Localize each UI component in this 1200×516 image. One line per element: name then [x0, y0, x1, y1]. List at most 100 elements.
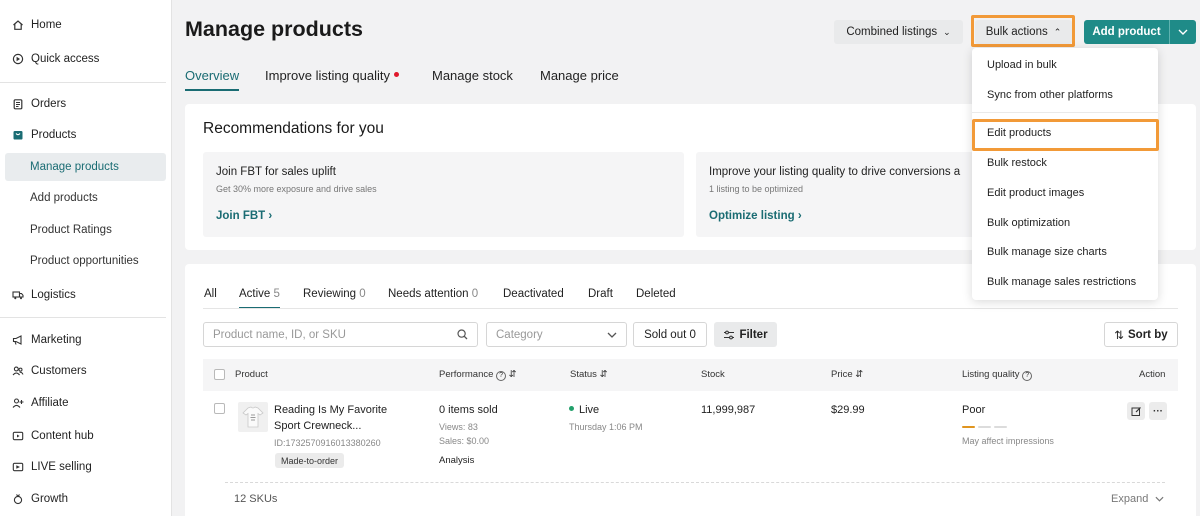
bulk-actions-menu: Upload in bulk Sync from other platforms… — [972, 48, 1158, 300]
sidebar-item-growth[interactable]: Growth — [5, 485, 166, 513]
status-live: Live — [569, 404, 599, 416]
optimize-listing-link[interactable]: Optimize listing › — [709, 210, 802, 222]
filter-label: Filter — [739, 328, 768, 341]
sort-icon: ⇵ — [855, 369, 864, 380]
tab-improve-listing-quality[interactable]: Improve listing quality — [265, 68, 399, 83]
sidebar-item-add-products[interactable]: Add products — [5, 184, 166, 212]
add-product-dropdown-toggle[interactable] — [1170, 29, 1196, 35]
product-name-line2[interactable]: Sport Crewneck... — [274, 420, 361, 432]
recommendation-heading: Improve your listing quality to drive co… — [709, 166, 961, 178]
select-all-checkbox[interactable] — [214, 369, 225, 380]
category-select[interactable]: Category — [486, 322, 627, 347]
recommendation-subtext: 1 listing to be optimized — [709, 184, 804, 194]
menu-item-edit-products[interactable]: Edit products — [987, 127, 1051, 139]
truck-icon — [12, 289, 24, 301]
chevron-down-icon — [1178, 29, 1188, 35]
table-header: Product Performance ? ⇵ Status ⇵ Stock P… — [203, 359, 1178, 391]
tabs-divider — [203, 308, 1178, 309]
search-input[interactable]: Product name, ID, or SKU — [203, 322, 478, 347]
chevron-right-icon: › — [797, 210, 802, 222]
sidebar-item-label: Affiliate — [31, 397, 69, 409]
combined-listings-label: Combined listings — [846, 26, 938, 38]
quality-note: May affect impressions — [962, 436, 1054, 446]
recommendation-fbt: Join FBT for sales uplift Get 30% more e… — [203, 152, 684, 237]
category-placeholder: Category — [496, 328, 543, 341]
price-value: $29.99 — [831, 404, 865, 416]
tab-manage-price[interactable]: Manage price — [540, 68, 619, 83]
status-tab-reviewing[interactable]: Reviewing 0 — [303, 288, 366, 300]
sold-out-filter-button[interactable]: Sold out 0 — [633, 322, 707, 347]
home-icon — [12, 19, 24, 31]
menu-item-bulk-manage-size-charts[interactable]: Bulk manage size charts — [987, 246, 1107, 258]
menu-divider — [972, 112, 1158, 113]
link-label: Optimize listing — [709, 210, 795, 222]
sidebar-item-product-ratings[interactable]: Product Ratings — [5, 216, 166, 244]
column-header-price[interactable]: Price ⇵ — [831, 369, 863, 380]
status-tab-all[interactable]: All — [204, 288, 217, 300]
sidebar-item-manage-products[interactable]: Manage products — [5, 153, 166, 181]
filter-button[interactable]: Filter — [714, 322, 777, 347]
status-tab-deleted[interactable]: Deleted — [636, 288, 676, 300]
chevron-down-icon — [1155, 496, 1164, 502]
status-tab-deactivated[interactable]: Deactivated — [503, 288, 564, 300]
menu-item-bulk-optimization[interactable]: Bulk optimization — [987, 217, 1070, 229]
expand-button[interactable]: Expand — [1111, 493, 1164, 505]
column-header-status[interactable]: Status ⇵ — [570, 369, 608, 380]
growth-icon — [12, 493, 24, 505]
status-tab-active[interactable]: Active 5 — [239, 288, 280, 309]
edit-icon — [1131, 406, 1141, 416]
product-id: ID:1732570916013380260 — [274, 438, 381, 448]
menu-item-bulk-manage-sales-restrictions[interactable]: Bulk manage sales restrictions — [987, 276, 1136, 288]
alert-dot-icon — [394, 72, 399, 77]
tab-overview[interactable]: Overview — [185, 68, 240, 91]
made-to-order-badge: Made-to-order — [275, 453, 345, 468]
add-product-button[interactable]: Add product — [1084, 20, 1196, 44]
sidebar-item-label: LIVE selling — [31, 461, 92, 473]
bulk-actions-button[interactable]: Bulk actions ⌃ — [975, 20, 1072, 44]
sidebar-item-live-selling[interactable]: LIVE selling — [5, 453, 166, 481]
tab-label: Draft — [588, 288, 613, 300]
status-tab-draft[interactable]: Draft — [588, 288, 613, 300]
sidebar-item-products[interactable]: Products — [5, 121, 166, 149]
sidebar-item-content-hub[interactable]: Content hub — [5, 422, 166, 450]
product-thumbnail[interactable] — [238, 402, 268, 432]
tab-manage-stock[interactable]: Manage stock — [432, 68, 513, 83]
sidebar-item-marketing[interactable]: Marketing — [5, 326, 166, 354]
column-header-action: Action — [1139, 369, 1166, 380]
tab-label: Needs attention — [388, 288, 469, 300]
sidebar-item-customers[interactable]: Customers — [5, 357, 166, 385]
menu-item-sync-from-other-platforms[interactable]: Sync from other platforms — [987, 89, 1113, 101]
status-time: Thursday 1:06 PM — [569, 422, 643, 432]
sidebar-item-home[interactable]: Home — [5, 11, 166, 39]
sidebar-item-affiliate[interactable]: Affiliate — [5, 389, 166, 417]
sort-by-button[interactable]: ⇅ Sort by — [1104, 322, 1178, 347]
status-tab-needs-attention[interactable]: Needs attention 0 — [388, 288, 478, 300]
recommendation-listing-quality: Improve your listing quality to drive co… — [696, 152, 996, 237]
menu-item-bulk-restock[interactable]: Bulk restock — [987, 157, 1047, 169]
edit-product-button[interactable] — [1127, 402, 1145, 420]
tab-label: Reviewing — [303, 288, 357, 300]
megaphone-icon — [12, 334, 24, 346]
sidebar-item-product-opportunities[interactable]: Product opportunities — [5, 247, 166, 275]
sidebar-item-label: Growth — [31, 493, 69, 505]
menu-item-edit-product-images[interactable]: Edit product images — [987, 187, 1084, 199]
product-name-line1[interactable]: Reading Is My Favorite — [274, 404, 387, 416]
row-checkbox[interactable] — [214, 403, 225, 414]
row-divider — [225, 482, 1165, 483]
sort-icon: ⇵ — [599, 369, 608, 380]
sidebar-item-logistics[interactable]: Logistics — [5, 281, 166, 309]
sales-amount: Sales: $0.00 — [439, 436, 490, 446]
combined-listings-button[interactable]: Combined listings ⌄ — [834, 20, 963, 44]
link-label: Join FBT — [216, 210, 266, 222]
sidebar-item-quick-access[interactable]: Quick access — [5, 45, 166, 73]
tab-label: Overview — [185, 68, 240, 83]
join-fbt-link[interactable]: Join FBT › — [216, 210, 272, 222]
menu-item-upload-in-bulk[interactable]: Upload in bulk — [987, 59, 1057, 71]
recommendation-heading: Join FBT for sales uplift — [216, 166, 336, 178]
stock-value: 11,999,987 — [701, 404, 756, 416]
analysis-link[interactable]: Analysis — [439, 455, 474, 466]
sidebar-item-orders[interactable]: Orders — [5, 90, 166, 118]
column-header-listing-quality: Listing quality ? — [962, 369, 1033, 381]
column-header-performance[interactable]: Performance ? ⇵ — [439, 369, 517, 381]
more-actions-button[interactable]: ··· — [1149, 402, 1167, 420]
